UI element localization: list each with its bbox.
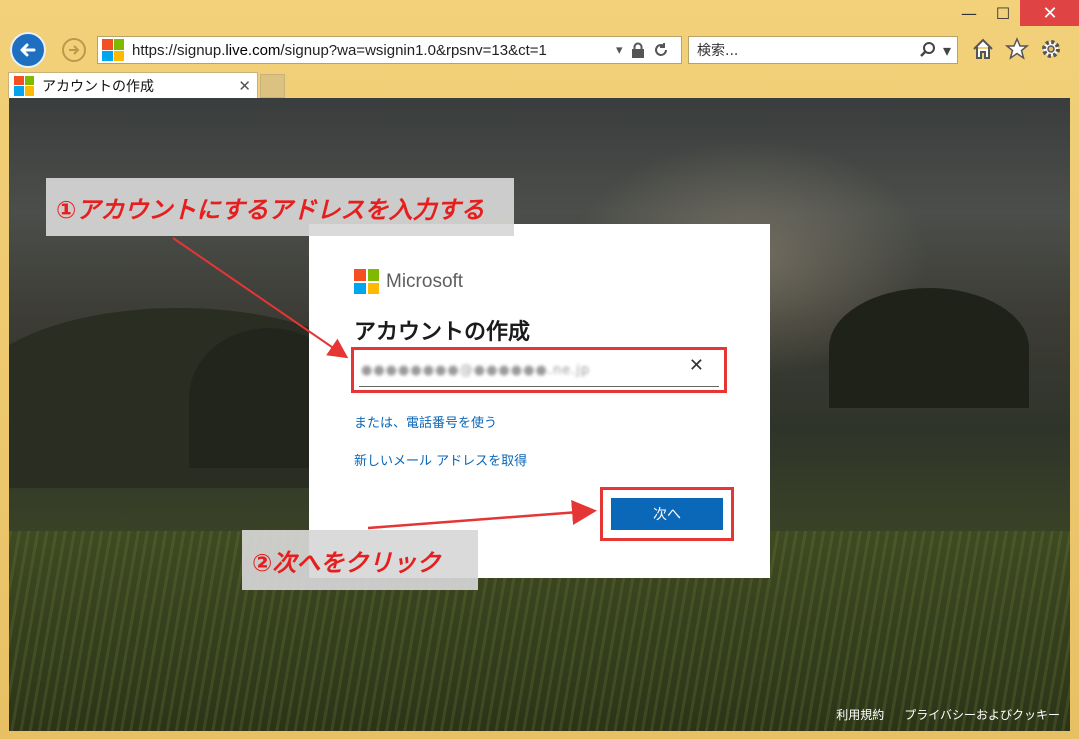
arrow-to-email [172, 237, 349, 359]
arrow-to-next [367, 500, 597, 530]
annotation-arrows [172, 237, 597, 530]
